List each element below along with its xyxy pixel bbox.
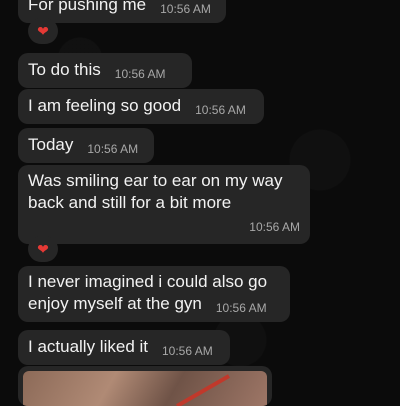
message-text: Was smiling ear to ear on my way back an…: [28, 171, 283, 212]
heart-reaction[interactable]: ❤: [28, 18, 58, 44]
heart-icon: ❤: [37, 23, 49, 39]
message-time: 10:56 AM: [162, 344, 213, 358]
message-bubble[interactable]: Today 10:56 AM: [18, 128, 154, 163]
message-text: I am feeling so good: [28, 96, 182, 115]
message-text: Today: [28, 135, 74, 154]
message-bubble[interactable]: I actually liked it 10:56 AM: [18, 330, 230, 365]
message-text: For pushing me: [28, 0, 147, 14]
message-time: 10:56 AM: [87, 142, 139, 156]
message-time: 10:56 AM: [215, 301, 267, 315]
photo-thumbnail: [23, 371, 267, 406]
message-time: 10:56 AM: [160, 2, 211, 16]
message-text: To do this: [28, 60, 101, 79]
message-time: 10:56 AM: [195, 103, 246, 117]
message-bubble[interactable]: Was smiling ear to ear on my way back an…: [18, 165, 310, 244]
chat-background: For pushing me 10:56 AM ❤ To do this 10:56…: [0, 0, 400, 406]
message-time: 10:56 AM: [114, 67, 166, 81]
message-bubble[interactable]: I am feeling so good 10:56 AM: [18, 89, 264, 124]
message-bubble[interactable]: To do this 10:56 AM: [18, 53, 192, 88]
heart-icon: ❤: [37, 241, 49, 257]
heart-reaction[interactable]: ❤: [28, 236, 58, 262]
message-text: I actually liked it: [28, 337, 148, 356]
message-time: 10:56 AM: [249, 220, 300, 234]
message-bubble[interactable]: I never imagined i could also go enjoy m…: [18, 266, 290, 322]
photo-message[interactable]: [18, 366, 272, 406]
